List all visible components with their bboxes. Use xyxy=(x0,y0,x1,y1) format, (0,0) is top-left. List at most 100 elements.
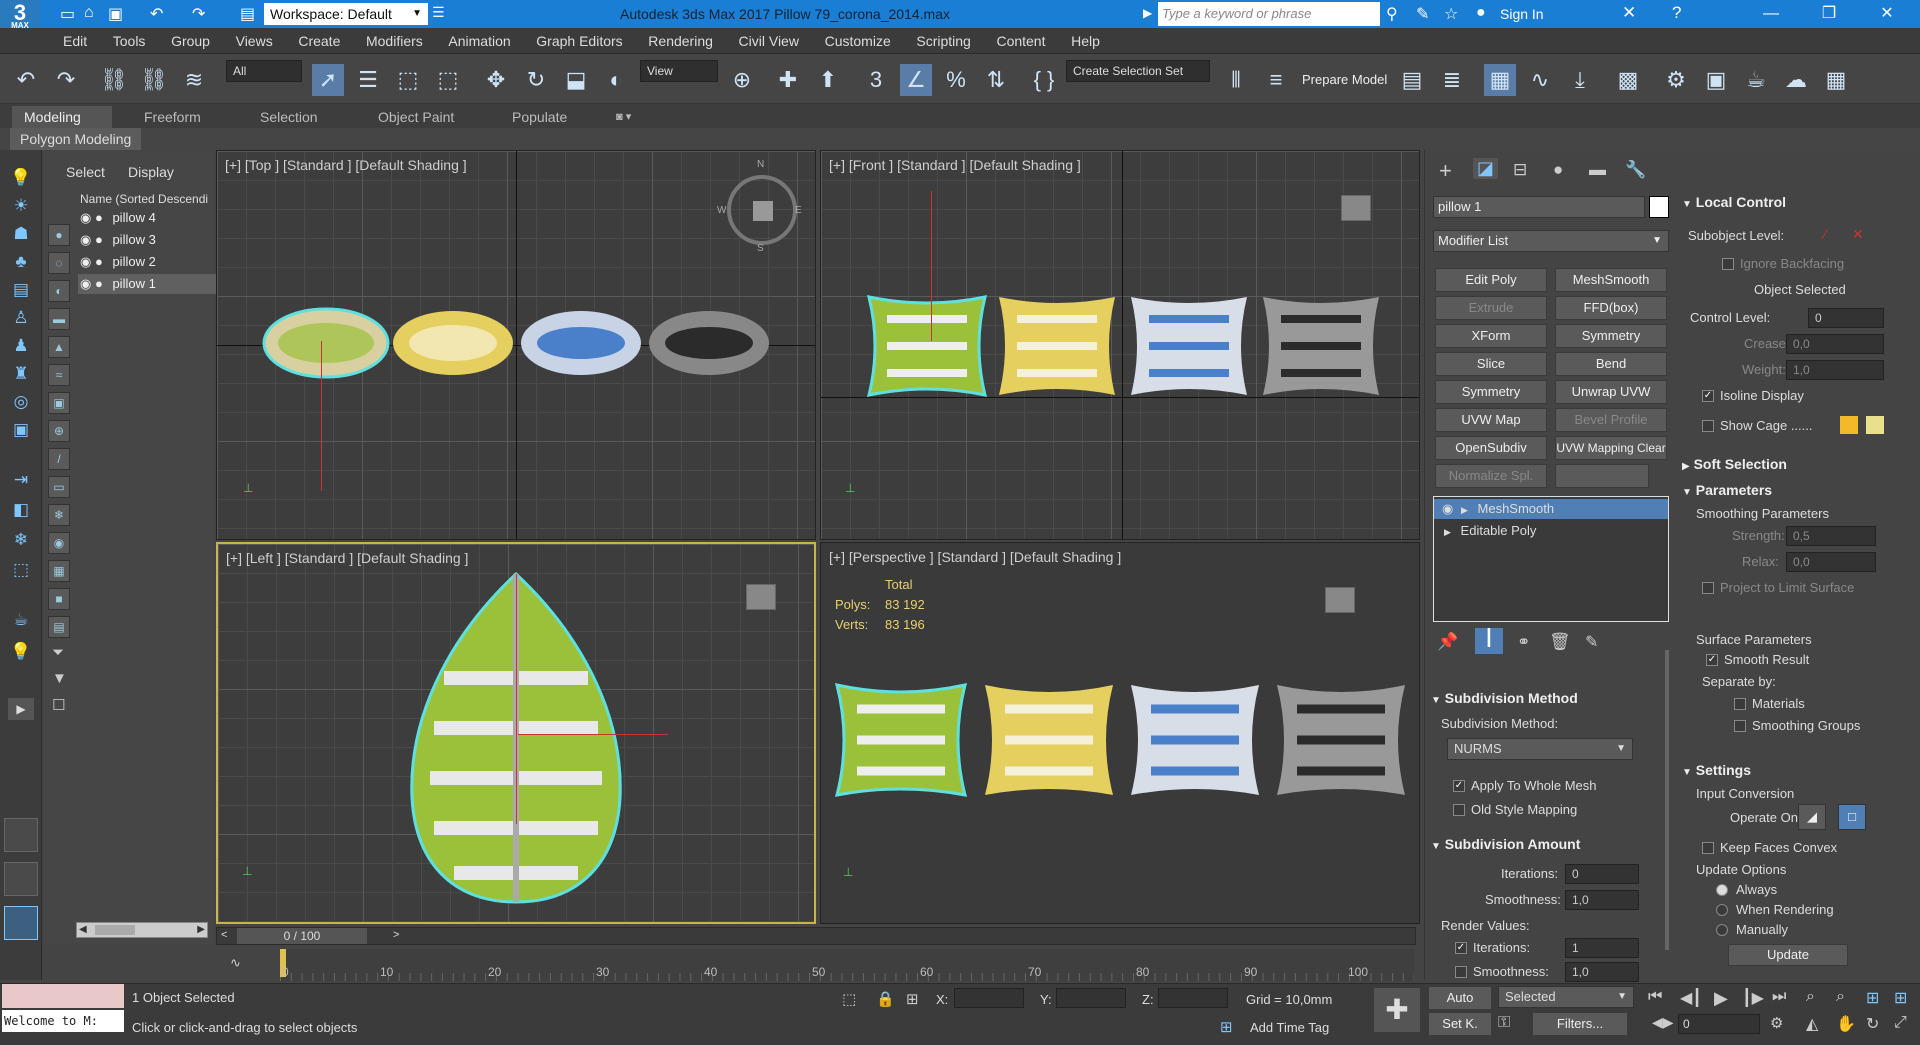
zoom-extents-icon[interactable]: ⊞ xyxy=(1866,988,1879,1008)
field-of-view-icon[interactable]: ◭ xyxy=(1806,1014,1818,1034)
explorer-tab-display[interactable]: Display xyxy=(128,164,174,180)
close-icon[interactable]: ✕ xyxy=(1864,0,1910,28)
edit-poly-button[interactable]: Edit Poly xyxy=(1435,268,1547,292)
opensubdiv-button[interactable]: OpenSubdiv xyxy=(1435,436,1547,460)
configure-sets-icon[interactable]: ✎ xyxy=(1585,632,1598,652)
import-icon[interactable]: ⇥ xyxy=(8,470,34,492)
filter-geometry-icon[interactable]: ● xyxy=(48,224,70,246)
list-item[interactable]: ◉ ● pillow 1 xyxy=(78,274,232,294)
expand-arrow-icon[interactable]: ▶ xyxy=(1444,527,1451,537)
menu-create[interactable]: Create xyxy=(287,28,351,54)
local-control-rollout[interactable]: ▼ Local Control xyxy=(1682,194,1786,210)
menu-animation[interactable]: Animation xyxy=(437,28,521,54)
maximize-viewport-icon[interactable]: ⤢ xyxy=(1894,1014,1907,1032)
list-item[interactable]: ◉ ● pillow 4 xyxy=(78,208,232,228)
filter-containers-icon[interactable]: ▭ xyxy=(48,476,70,498)
tree-icon[interactable]: ♣ xyxy=(8,252,34,274)
filter-none-icon[interactable]: ■ xyxy=(48,588,70,610)
unwrap-uvw-button[interactable]: Unwrap UVW xyxy=(1555,380,1667,404)
materials-checkbox[interactable] xyxy=(1734,698,1746,710)
next-frame-icon[interactable]: > xyxy=(393,929,399,941)
explorer-tab-select[interactable]: Select xyxy=(66,164,105,180)
panel-scrollbar[interactable] xyxy=(1665,650,1669,950)
menu-civil-view[interactable]: Civil View xyxy=(728,28,810,54)
viewcube[interactable] xyxy=(1341,195,1371,221)
show-end-result-icon[interactable]: ┃ xyxy=(1475,628,1503,654)
extrude-button[interactable]: Extrude xyxy=(1435,296,1547,320)
hand-icon[interactable]: ☐ xyxy=(52,696,65,714)
ignore-backfacing-checkbox[interactable] xyxy=(1722,258,1734,270)
people-icon[interactable]: ☗ xyxy=(8,224,34,246)
menu-customize[interactable]: Customize xyxy=(814,28,902,54)
sun-icon[interactable]: ☀ xyxy=(8,196,34,218)
when-rendering-radio[interactable] xyxy=(1716,904,1728,916)
pillow-3-persp[interactable] xyxy=(1125,679,1265,801)
pillow-3-top[interactable] xyxy=(519,309,643,377)
key-mode-toggle-icon[interactable]: ◀▶ xyxy=(1652,1014,1674,1031)
eye-icon[interactable]: ◉ xyxy=(80,210,91,225)
pillow-1-top[interactable] xyxy=(261,305,391,381)
isoline-display-checkbox[interactable]: ✓ xyxy=(1702,390,1714,402)
play-icon[interactable]: ▶ xyxy=(1714,988,1728,1009)
cage-color-swatch-2[interactable] xyxy=(1866,416,1884,434)
tab-object-paint[interactable]: Object Paint xyxy=(366,106,466,128)
menu-modifiers[interactable]: Modifiers xyxy=(355,28,434,54)
render-dot-icon[interactable]: ● xyxy=(95,276,103,291)
filter-xrefs-icon[interactable]: ⊕ xyxy=(48,420,70,442)
expand-panel-icon[interactable]: ▶ xyxy=(8,698,34,720)
viewport-left[interactable]: [+] [Left ] [Standard ] [Default Shading… xyxy=(216,542,816,924)
viewport-label[interactable]: [+] [Front ] [Standard ] [Default Shadin… xyxy=(829,157,1081,173)
symmetry-button[interactable]: Symmetry xyxy=(1555,324,1667,348)
filter-groups-icon[interactable]: ▣ xyxy=(48,392,70,414)
subdivision-amount-rollout[interactable]: ▼ Subdivision Amount xyxy=(1431,836,1580,852)
viewcube[interactable] xyxy=(746,584,776,610)
always-radio[interactable] xyxy=(1716,884,1728,896)
operate-on-polygons-button[interactable]: □ xyxy=(1838,804,1866,830)
set-key-button[interactable]: Set K. xyxy=(1428,1012,1492,1036)
motion-tab-icon[interactable]: ● xyxy=(1553,160,1563,180)
y-coordinate-field[interactable] xyxy=(1056,988,1126,1008)
explorer-scrollbar[interactable]: ◀ ▶ xyxy=(76,922,208,938)
zoom-extents-all-icon[interactable]: ⊞ xyxy=(1894,988,1907,1008)
subdivision-method-dropdown[interactable]: NURMS ▼ xyxy=(1447,738,1633,760)
absolute-mode-icon[interactable]: ⊞ xyxy=(906,990,919,1008)
smoothness-spinner[interactable]: 1,0 xyxy=(1565,890,1639,910)
funnel-icon[interactable]: ▼ xyxy=(52,670,67,687)
iterations-spinner[interactable]: 0 xyxy=(1565,864,1639,884)
menu-group[interactable]: Group xyxy=(160,28,221,54)
create-tab-icon[interactable]: + xyxy=(1439,158,1452,184)
scroll-thumb[interactable] xyxy=(95,925,135,935)
layout-single-icon[interactable] xyxy=(4,818,38,852)
material-editor-icon[interactable]: ▩ xyxy=(1612,64,1644,96)
reference-coordinate-dropdown[interactable]: View xyxy=(640,60,718,82)
create-selection-set-dropdown[interactable]: Create Selection Set xyxy=(1066,60,1210,82)
orbit-icon[interactable]: ◎ xyxy=(8,392,34,414)
render-smoothness-checkbox[interactable] xyxy=(1455,966,1467,978)
render-production-icon[interactable]: ☕ xyxy=(1740,64,1772,96)
control-level-spinner[interactable]: 0 xyxy=(1808,308,1884,328)
polygon-modeling-panel[interactable]: Polygon Modeling xyxy=(10,128,142,150)
menu-graph-editors[interactable]: Graph Editors xyxy=(525,28,633,54)
rectangular-selection-icon[interactable]: ⬚ xyxy=(392,64,424,96)
strength-spinner[interactable]: 0,5 xyxy=(1786,526,1876,546)
menu-scripting[interactable]: Scripting xyxy=(905,28,981,54)
menu-edit[interactable]: Edit xyxy=(52,28,98,54)
select-object-icon[interactable]: ➚ xyxy=(312,64,344,96)
new-file-icon[interactable]: ▭ xyxy=(60,4,75,24)
pillow-2-persp[interactable] xyxy=(979,679,1119,801)
operate-on-triangles-button[interactable]: ◢ xyxy=(1798,804,1826,830)
add-time-tag-label[interactable]: Add Time Tag xyxy=(1250,1020,1329,1035)
list-icon[interactable]: ▤ xyxy=(8,280,34,302)
layer-explorer-icon[interactable]: ≣ xyxy=(1436,64,1468,96)
current-frame-field[interactable]: 0 xyxy=(1678,1014,1760,1034)
undo-icon[interactable]: ↶ xyxy=(10,64,42,96)
pivot-center-icon[interactable]: ⊕ xyxy=(726,64,758,96)
pan-icon[interactable]: ✋ xyxy=(1836,1014,1856,1034)
pillow-1-persp[interactable] xyxy=(831,679,971,801)
subdivision-method-rollout[interactable]: ▼ Subdivision Method xyxy=(1431,690,1578,706)
scroll-right-icon[interactable]: ▶ xyxy=(197,924,205,935)
layout-split-icon[interactable] xyxy=(4,862,38,896)
keyboard-shortcut-icon[interactable]: ⬆ xyxy=(812,64,844,96)
expand-arrow-icon[interactable]: ▶ xyxy=(1461,505,1468,515)
time-tag-icon[interactable]: ⊞ xyxy=(1220,1018,1233,1036)
